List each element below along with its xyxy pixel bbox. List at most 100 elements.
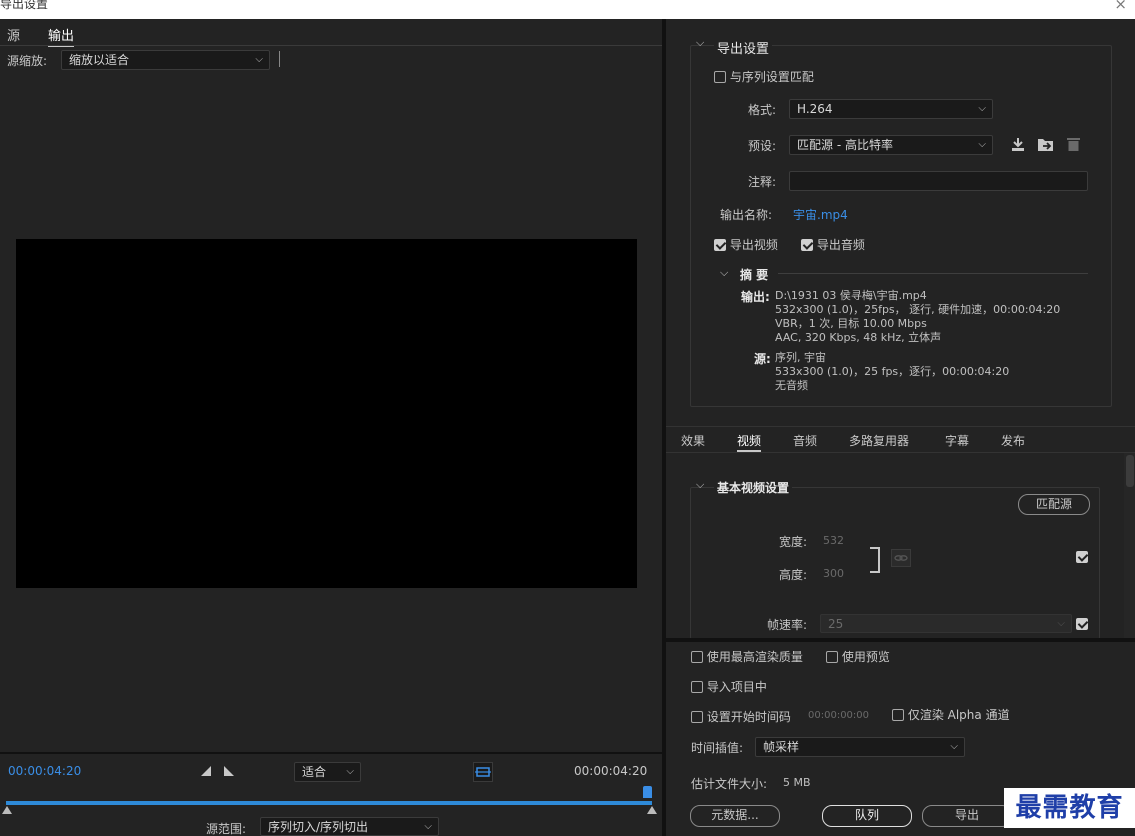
summary-output-line: VBR，1 次, 目标 10.00 Mbps <box>775 317 927 330</box>
tab-effects[interactable]: 效果 <box>681 432 705 449</box>
time-interpolation-select[interactable]: 帧采样 ⌵ <box>755 737 965 757</box>
tab-publish[interactable]: 发布 <box>1001 432 1025 449</box>
match-source-button[interactable]: 匹配源 <box>1018 494 1090 515</box>
height-label: 高度: <box>779 568 808 582</box>
export-video-checkbox[interactable] <box>714 239 726 251</box>
use-previews-label: 使用预览 <box>841 650 890 664</box>
export-button[interactable]: 导出 <box>922 805 1012 827</box>
set-out-point-icon[interactable] <box>224 766 234 776</box>
window-title: 导出设置 <box>0 0 49 11</box>
timecode-current[interactable]: 00:00:04:20 <box>8 764 81 778</box>
comment-label: 注释: <box>748 175 777 189</box>
summary-output-line: D:\1931 03 侯寻梅\宇宙.mp4 <box>775 289 927 302</box>
chevron-down-icon: ⌵ <box>255 54 263 65</box>
save-preset-icon[interactable] <box>1010 136 1026 152</box>
metadata-button[interactable]: 元数据... <box>690 805 780 827</box>
summary-output-label: 输出: <box>741 290 770 304</box>
chevron-down-icon[interactable]: ⌵ <box>696 478 704 492</box>
width-label: 宽度: <box>779 535 808 549</box>
chevron-down-icon: ⌵ <box>978 103 986 114</box>
format-select[interactable]: H.264 ⌵ <box>789 99 993 119</box>
scrollbar-thumb[interactable] <box>1126 455 1134 487</box>
set-in-point-icon[interactable] <box>201 766 211 776</box>
chevron-down-icon: ⌵ <box>978 139 986 150</box>
source-zoom-label: 源缩放: <box>7 54 48 68</box>
framerate-select[interactable]: 25 ⌵ <box>820 614 1072 633</box>
out-point-handle[interactable] <box>647 806 657 814</box>
export-audio-checkbox[interactable] <box>801 239 813 251</box>
tab-source[interactable]: 源 <box>7 25 20 44</box>
fit-value: 适合 <box>302 765 327 779</box>
delete-preset-icon[interactable] <box>1066 136 1081 152</box>
import-into-project-row[interactable]: 导入项目中 <box>691 678 767 695</box>
summary-source-line: 序列, 宇宙 <box>775 351 826 364</box>
chevron-down-icon: ⌵ <box>950 741 958 752</box>
summary-output-line: AAC, 320 Kbps, 48 kHz, 立体声 <box>775 331 942 344</box>
chevron-down-icon[interactable]: ⌵ <box>720 266 728 280</box>
source-range-value: 序列切入/序列切出 <box>268 820 369 834</box>
source-range-label: 源范围: <box>206 822 247 836</box>
timeline-track[interactable] <box>6 801 652 805</box>
render-alpha-only-label: 仅渲染 Alpha 通道 <box>907 708 1010 722</box>
use-previews-checkbox[interactable] <box>826 651 838 663</box>
set-start-timecode-label: 设置开始时间码 <box>706 710 791 724</box>
close-icon[interactable]: × <box>1114 0 1127 12</box>
preset-value: 匹配源 - 高比特率 <box>797 138 893 152</box>
fit-select[interactable]: 适合 ⌵ <box>294 762 361 782</box>
start-timecode-value[interactable]: 00:00:00:00 <box>808 710 869 721</box>
source-zoom-value: 缩放以适合 <box>69 53 130 67</box>
video-preview <box>16 239 637 588</box>
title-bar: 导出设置 × <box>0 0 1135 19</box>
in-point-handle[interactable] <box>2 806 12 814</box>
summary-source-line: 无音频 <box>775 379 808 392</box>
use-previews-row[interactable]: 使用预览 <box>826 648 890 665</box>
override-size-checkbox[interactable] <box>1076 551 1088 563</box>
render-alpha-only-row[interactable]: 仅渲染 Alpha 通道 <box>892 706 1010 723</box>
set-start-timecode-row[interactable]: 设置开始时间码 <box>691 708 791 725</box>
source-range-select[interactable]: 序列切入/序列切出 ⌵ <box>260 817 439 836</box>
set-start-timecode-checkbox[interactable] <box>691 711 703 723</box>
chevron-down-icon: ⌵ <box>424 821 432 832</box>
source-zoom-select[interactable]: 缩放以适合 ⌵ <box>61 50 270 70</box>
tab-multiplexer[interactable]: 多路复用器 <box>849 432 909 449</box>
chevron-down-icon[interactable]: ⌵ <box>696 36 704 50</box>
tab-output[interactable]: 输出 <box>48 25 75 47</box>
bottom-divider[interactable] <box>666 638 1135 642</box>
height-value[interactable]: 300 <box>823 567 844 580</box>
playhead-icon[interactable] <box>643 786 652 798</box>
export-audio-row[interactable]: 导出音频 <box>801 236 865 253</box>
estimated-size-value: 5 MB <box>783 776 811 789</box>
max-render-quality-row[interactable]: 使用最高渲染质量 <box>691 648 803 665</box>
chevron-down-icon: ⌵ <box>346 766 354 777</box>
aspect-correction-icon[interactable] <box>473 762 493 782</box>
export-video-row[interactable]: 导出视频 <box>714 236 778 253</box>
panel-divider[interactable] <box>662 19 666 836</box>
preset-label: 预设: <box>748 139 777 153</box>
render-alpha-only-checkbox[interactable] <box>892 709 904 721</box>
output-name-link[interactable]: 宇宙.mp4 <box>793 206 848 223</box>
output-name-label: 输出名称: <box>720 208 773 222</box>
comment-input[interactable] <box>789 171 1088 191</box>
queue-button[interactable]: 队列 <box>822 805 912 827</box>
max-render-quality-label: 使用最高渲染质量 <box>706 650 803 664</box>
override-framerate-checkbox[interactable] <box>1076 618 1088 630</box>
import-preset-icon[interactable] <box>1037 136 1055 152</box>
summary-divider <box>778 273 1088 274</box>
match-sequence-checkbox[interactable] <box>714 71 726 83</box>
override-framerate-row[interactable] <box>1076 617 1088 631</box>
tab-captions[interactable]: 字幕 <box>945 432 969 449</box>
preset-select[interactable]: 匹配源 - 高比特率 ⌵ <box>789 135 993 155</box>
summary-output-line: 532x300 (1.0)，25fps， 逐行, 硬件加速，00:00:04:2… <box>775 303 1061 316</box>
tab-audio[interactable]: 音频 <box>793 432 817 449</box>
export-audio-label: 导出音频 <box>816 238 865 252</box>
aspect-link-bracket <box>870 547 880 573</box>
match-sequence-row[interactable]: 与序列设置匹配 <box>714 68 814 85</box>
width-value[interactable]: 532 <box>823 534 844 547</box>
time-interpolation-label: 时间插值: <box>691 741 744 755</box>
max-render-quality-checkbox[interactable] <box>691 651 703 663</box>
link-icon[interactable] <box>891 549 911 567</box>
summary-source-line: 533x300 (1.0)，25 fps，逐行，00:00:04:20 <box>775 365 1010 378</box>
override-size-row[interactable] <box>1076 550 1088 564</box>
import-into-project-checkbox[interactable] <box>691 681 703 693</box>
tab-video[interactable]: 视频 <box>737 432 762 452</box>
